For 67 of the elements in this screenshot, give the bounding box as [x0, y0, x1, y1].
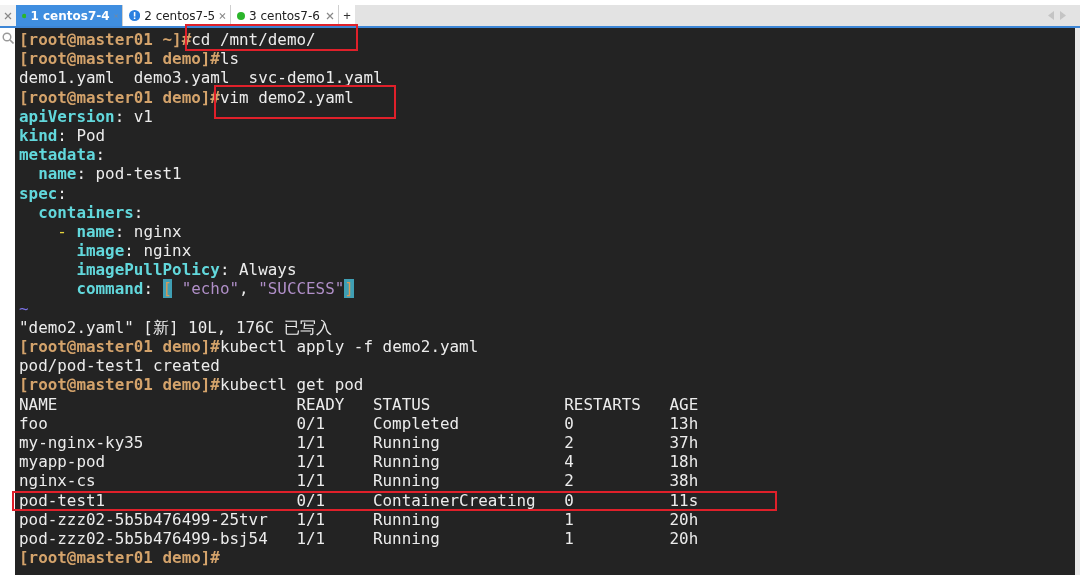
column-header: AGE [669, 394, 700, 414]
close-icon [219, 11, 226, 20]
session-tab[interactable]: 2 centos7-5 [123, 5, 231, 26]
terminal-line: name: pod-test1 [37, 164, 183, 184]
table-cell-text: Running [372, 471, 441, 491]
table-cell-text: 1/1 [296, 452, 327, 472]
terminal-line: ~ [19, 298, 30, 318]
column-header: NAME [19, 394, 59, 414]
table-cell-text: 1 [564, 509, 575, 529]
close-icon [113, 11, 118, 20]
table-cell-text: ContainerCreating [372, 490, 537, 510]
table-cell-text: myapp-pod [19, 452, 107, 472]
close-icon [326, 11, 334, 20]
table-cell-text: Completed [372, 413, 461, 433]
terminal-line: command: [ "echo", "SUCCESS"] [75, 279, 355, 299]
table-cell-text: 20h [669, 528, 700, 549]
table-cell-text: 0 [564, 413, 575, 433]
table-cell-text: my-nginx-ky35 [19, 432, 145, 453]
table-cell-text: 1/1 [296, 432, 327, 453]
table-cell-text: 2 [564, 432, 575, 453]
close-icon [4, 11, 12, 20]
terminal-line: image: nginx [75, 241, 193, 261]
terminal-line: apiVersion: v1 [19, 106, 154, 126]
table-cell-text: 0 [564, 490, 575, 510]
terminal-line: imagePullPolicy: Always [75, 260, 298, 280]
column-header: RESTARTS [564, 394, 642, 414]
table-cell-text: Running [372, 509, 441, 529]
terminal-line: kind: Pod [19, 125, 107, 146]
terminal-line: containers: [37, 202, 145, 222]
table-cell-text: pod-zzz02-5b5b476499-25tvr [19, 509, 269, 529]
table-cell-text: 13h [669, 413, 700, 433]
column-header: STATUS [372, 394, 432, 414]
terminal-line: pod/pod-test1 created [19, 356, 221, 376]
column-header: READY [296, 394, 346, 414]
table-cell-text: 0/1 [296, 490, 327, 510]
terminal-line: [root@master01 demo]#kubectl apply -f demo2.yaml [19, 337, 480, 357]
table-cell-text: 37h [669, 432, 700, 453]
table-cell-text: pod-zzz02-5b5b476499-bsj54 [19, 528, 269, 549]
table-cell-text: 20h [669, 509, 700, 529]
table-cell-text: Running [372, 452, 441, 472]
table-cell-text: nginx-cs [19, 471, 97, 491]
table-cell-text: 38h [669, 471, 700, 491]
terminal-line: demo1.yaml demo3.yaml svc-demo1.yaml [19, 68, 384, 88]
table-cell-text: 1/1 [296, 471, 327, 491]
terminal-line: spec: [19, 183, 68, 203]
table-cell-text: 4 [564, 452, 575, 472]
close-button[interactable] [0, 5, 16, 26]
session-tab[interactable]: 3 centos7-6 [231, 5, 339, 26]
terminal-line: [root@master01 demo]#kubectl get pod [19, 375, 365, 395]
table-cell-text: 11s [669, 490, 700, 510]
terminal-line: "demo2.yaml" [新] 10L, 176C 已写入 [19, 317, 333, 337]
table-cell-text: 1 [564, 528, 575, 549]
table-cell-text: 0/1 [296, 413, 327, 433]
table-cell-text: 18h [669, 452, 700, 472]
search-icon[interactable] [1, 32, 14, 44]
table-cell-text: Running [372, 432, 441, 453]
table-cell-text: 1/1 [296, 509, 327, 529]
table-cell-text: pod-test1 [19, 490, 107, 510]
terminal-line: [root@master01 demo]#ls [19, 49, 241, 69]
table-cell-text: Running [372, 528, 441, 549]
table-cell-text: 2 [564, 471, 575, 491]
terminal-line: - name: nginx [56, 221, 183, 242]
table-cell-text: foo [19, 413, 49, 433]
table-cell-text: 1/1 [296, 528, 327, 549]
new-tab-button[interactable]: + [339, 5, 355, 26]
terminal-line: [root@master01 demo]# [19, 548, 221, 568]
terminal-line: metadata: [19, 145, 107, 165]
